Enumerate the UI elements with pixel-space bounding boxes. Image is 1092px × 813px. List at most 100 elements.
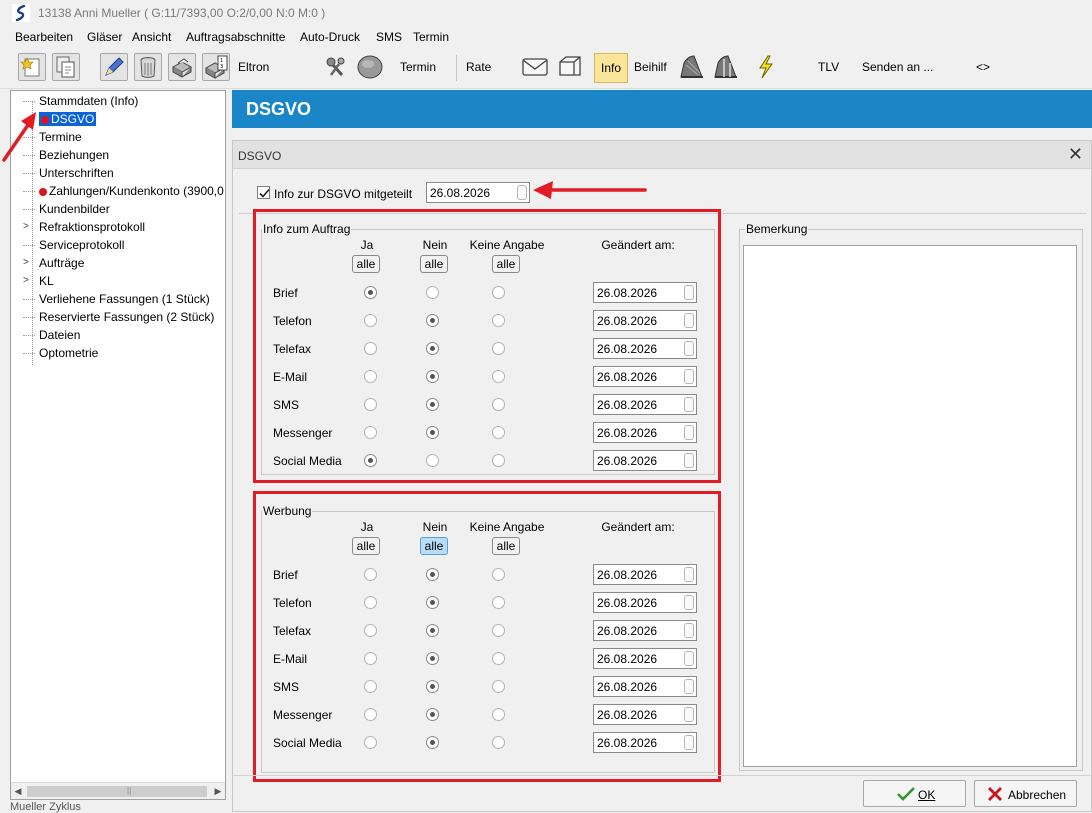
menu-bearbeiten[interactable]: Bearbeiten: [15, 30, 73, 44]
toolbar-rate[interactable]: Rate: [466, 60, 491, 74]
tree-item-stammdaten[interactable]: Stammdaten (Info): [39, 93, 138, 109]
geaendert-date-field[interactable]: 26.08.2026: [593, 338, 697, 359]
tree-item-optometrie[interactable]: Optometrie: [39, 345, 98, 361]
menu-auftragsabschnitte[interactable]: Auftragsabschnitte: [186, 30, 285, 44]
geaendert-date-field[interactable]: 26.08.2026: [593, 592, 697, 613]
radio-keine-angabe[interactable]: [492, 568, 505, 581]
lightning-icon[interactable]: [752, 53, 780, 81]
radio-ja[interactable]: [364, 426, 377, 439]
geaendert-date-field[interactable]: 26.08.2026: [593, 648, 697, 669]
date-picker-icon[interactable]: [684, 567, 694, 582]
radio-nein[interactable]: [426, 426, 439, 439]
radio-nein[interactable]: [426, 568, 439, 581]
tools-icon[interactable]: [322, 53, 350, 81]
tree-item-kl[interactable]: KL: [39, 273, 54, 289]
shelf-a-icon[interactable]: [678, 53, 706, 81]
geaendert-date-field[interactable]: 26.08.2026: [593, 676, 697, 697]
radio-keine-angabe[interactable]: [492, 286, 505, 299]
geaendert-date-field[interactable]: 26.08.2026: [593, 620, 697, 641]
date-picker-icon[interactable]: [684, 425, 694, 440]
tree-item-zahlungen[interactable]: Zahlungen/Kundenkonto (3900,0: [39, 183, 224, 199]
menu-ansicht[interactable]: Ansicht: [132, 30, 171, 44]
toolbar-nav[interactable]: <>: [976, 60, 990, 74]
radio-keine-angabe[interactable]: [492, 454, 505, 467]
radio-nein[interactable]: [426, 342, 439, 355]
expand-chevron-icon[interactable]: >: [23, 255, 29, 271]
tree-item-unterschriften[interactable]: Unterschriften: [39, 165, 114, 181]
date-picker-icon[interactable]: [684, 285, 694, 300]
abbrechen-button[interactable]: Abbrechen: [974, 780, 1077, 807]
date-picker-icon[interactable]: [684, 369, 694, 384]
radio-nein[interactable]: [426, 596, 439, 609]
geaendert-date-field[interactable]: 26.08.2026: [593, 394, 697, 415]
radio-nein[interactable]: [426, 680, 439, 693]
tree-item-reservierte-fassungen[interactable]: Reservierte Fassungen (2 Stück): [39, 309, 214, 325]
toolbar-senden-an[interactable]: Senden an ...: [862, 60, 933, 74]
menu-auto-druck[interactable]: Auto-Druck: [300, 30, 360, 44]
radio-ja[interactable]: [364, 568, 377, 581]
toolbar-eltron[interactable]: Eltron: [238, 60, 269, 74]
radio-keine-angabe[interactable]: [492, 736, 505, 749]
menu-glaeser[interactable]: Gläser: [87, 30, 122, 44]
alle-nein-button[interactable]: alle: [420, 537, 448, 555]
tree-item-serviceprotokoll[interactable]: Serviceprotokoll: [39, 237, 124, 253]
radio-nein[interactable]: [426, 454, 439, 467]
radio-keine-angabe[interactable]: [492, 370, 505, 383]
toolbar-tlv[interactable]: TLV: [818, 60, 839, 74]
radio-keine-angabe[interactable]: [492, 652, 505, 665]
expand-chevron-icon[interactable]: >: [23, 219, 29, 235]
menu-sms[interactable]: SMS: [376, 30, 402, 44]
date-picker-icon[interactable]: [684, 651, 694, 666]
toolbar-beihilf[interactable]: Beihilf: [634, 60, 667, 74]
geaendert-date-field[interactable]: 26.08.2026: [593, 704, 697, 725]
radio-keine-angabe[interactable]: [492, 624, 505, 637]
bemerkung-textarea[interactable]: [743, 245, 1077, 767]
geaendert-date-field[interactable]: 26.08.2026: [593, 564, 697, 585]
shelf-b-icon[interactable]: [712, 53, 740, 81]
date-picker-icon[interactable]: [684, 453, 694, 468]
close-icon[interactable]: ✕: [1068, 144, 1083, 165]
alle-keine-angabe-button[interactable]: alle: [492, 255, 520, 273]
date-picker-icon[interactable]: [684, 313, 694, 328]
radio-nein[interactable]: [426, 370, 439, 383]
geaendert-date-field[interactable]: 26.08.2026: [593, 732, 697, 753]
radio-ja[interactable]: [364, 286, 377, 299]
tree-item-verliehene-fassungen[interactable]: Verliehene Fassungen (1 Stück): [39, 291, 210, 307]
radio-ja[interactable]: [364, 398, 377, 411]
radio-keine-angabe[interactable]: [492, 708, 505, 721]
alle-ja-button[interactable]: alle: [352, 537, 380, 555]
radio-nein[interactable]: [426, 314, 439, 327]
contact-lens-icon[interactable]: [356, 53, 384, 81]
tree-item-dsgvo[interactable]: DSGVO: [39, 111, 97, 127]
label-printer-icon[interactable]: 13: [202, 53, 230, 81]
info-mitgeteilt-checkbox[interactable]: [257, 186, 270, 199]
info-button[interactable]: Info: [594, 53, 628, 83]
radio-ja[interactable]: [364, 314, 377, 327]
radio-keine-angabe[interactable]: [492, 398, 505, 411]
geaendert-date-field[interactable]: 26.08.2026: [593, 366, 697, 387]
radio-ja[interactable]: [364, 596, 377, 609]
alle-nein-button[interactable]: alle: [420, 255, 448, 273]
date-picker-icon[interactable]: [684, 707, 694, 722]
toolbar-termin[interactable]: Termin: [400, 60, 436, 74]
geaendert-date-field[interactable]: 26.08.2026: [593, 422, 697, 443]
info-mitgeteilt-date-field[interactable]: 26.08.2026: [426, 182, 530, 203]
geaendert-date-field[interactable]: 26.08.2026: [593, 310, 697, 331]
radio-ja[interactable]: [364, 708, 377, 721]
tree-item-beziehungen[interactable]: Beziehungen: [39, 147, 109, 163]
box-icon[interactable]: [556, 53, 584, 81]
ok-button[interactable]: OK: [863, 780, 966, 807]
radio-nein[interactable]: [426, 652, 439, 665]
radio-ja[interactable]: [364, 342, 377, 355]
geaendert-date-field[interactable]: 26.08.2026: [593, 450, 697, 471]
radio-nein[interactable]: [426, 398, 439, 411]
radio-keine-angabe[interactable]: [492, 680, 505, 693]
tree-horizontal-scrollbar[interactable]: ◀ || ▶: [11, 782, 225, 799]
copy-document-icon[interactable]: [52, 53, 80, 81]
tree-item-termine[interactable]: Termine: [39, 129, 82, 145]
radio-ja[interactable]: [364, 652, 377, 665]
trash-icon[interactable]: [134, 53, 162, 81]
date-picker-icon[interactable]: [684, 735, 694, 750]
tree-item-refraktionsprotokoll[interactable]: Refraktionsprotokoll: [39, 219, 145, 235]
radio-keine-angabe[interactable]: [492, 596, 505, 609]
